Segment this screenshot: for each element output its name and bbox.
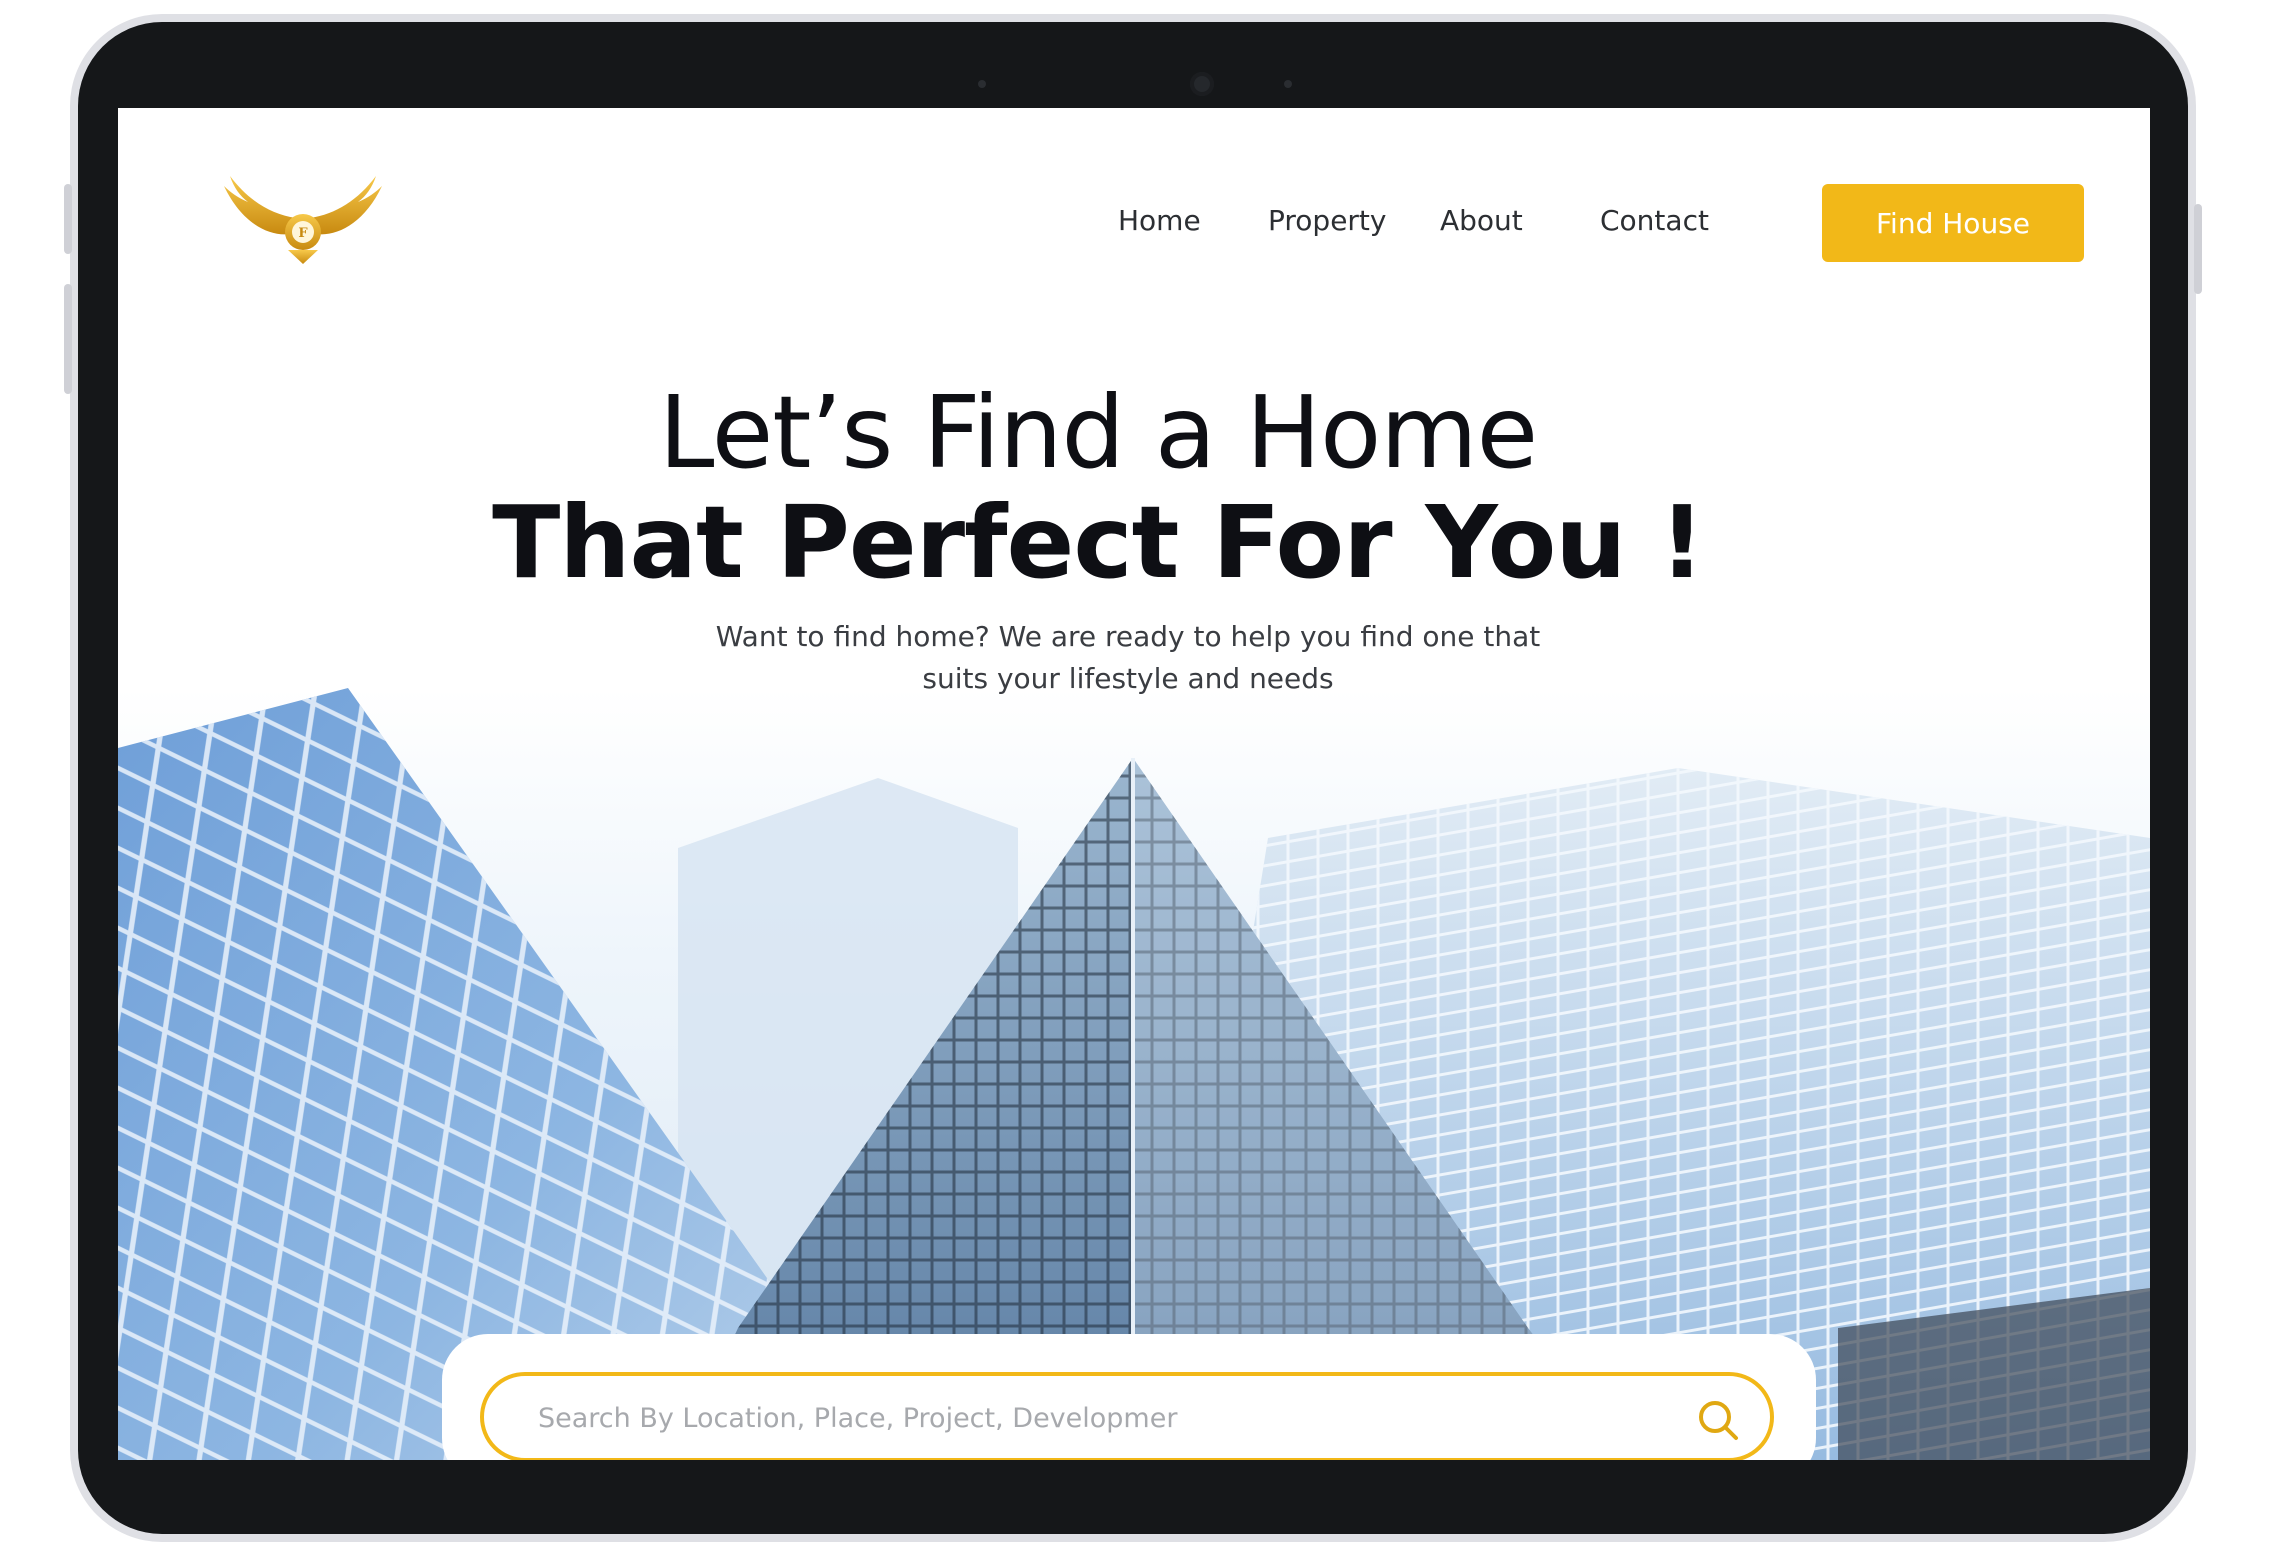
search-box: [480, 1372, 1774, 1460]
tablet-volume-button: [64, 284, 72, 394]
svg-text:F: F: [298, 226, 308, 241]
nav-contact[interactable]: Contact: [1600, 204, 1709, 237]
nav-property[interactable]: Property: [1268, 204, 1386, 237]
nav-home[interactable]: Home: [1118, 204, 1201, 237]
search-input[interactable]: [536, 1392, 1660, 1444]
sensor-dot-left: [978, 80, 986, 88]
hero-subtitle-line2: suits your lifestyle and needs: [922, 662, 1334, 695]
nav-about[interactable]: About: [1440, 204, 1523, 237]
hero-title-line1: Let’s Find a Home: [658, 374, 1538, 491]
search-icon[interactable]: [1696, 1398, 1740, 1442]
hero-subtitle-line1: Want to find home? We are ready to help …: [715, 620, 1541, 653]
tablet-side-button-right: [2194, 204, 2202, 294]
tablet-side-button: [64, 184, 72, 254]
hero-subtitle: Want to find home? We are ready to help …: [678, 616, 1578, 700]
hero-title-line2: That Perfect For You !: [492, 484, 1705, 601]
sensor-dot-right: [1284, 80, 1292, 88]
front-camera: [1190, 72, 1214, 96]
website-screen: F Home Property About Contact Find House…: [118, 108, 2150, 1460]
find-house-button[interactable]: Find House: [1822, 184, 2084, 262]
golden-wings-logo-icon[interactable]: F: [218, 170, 388, 266]
